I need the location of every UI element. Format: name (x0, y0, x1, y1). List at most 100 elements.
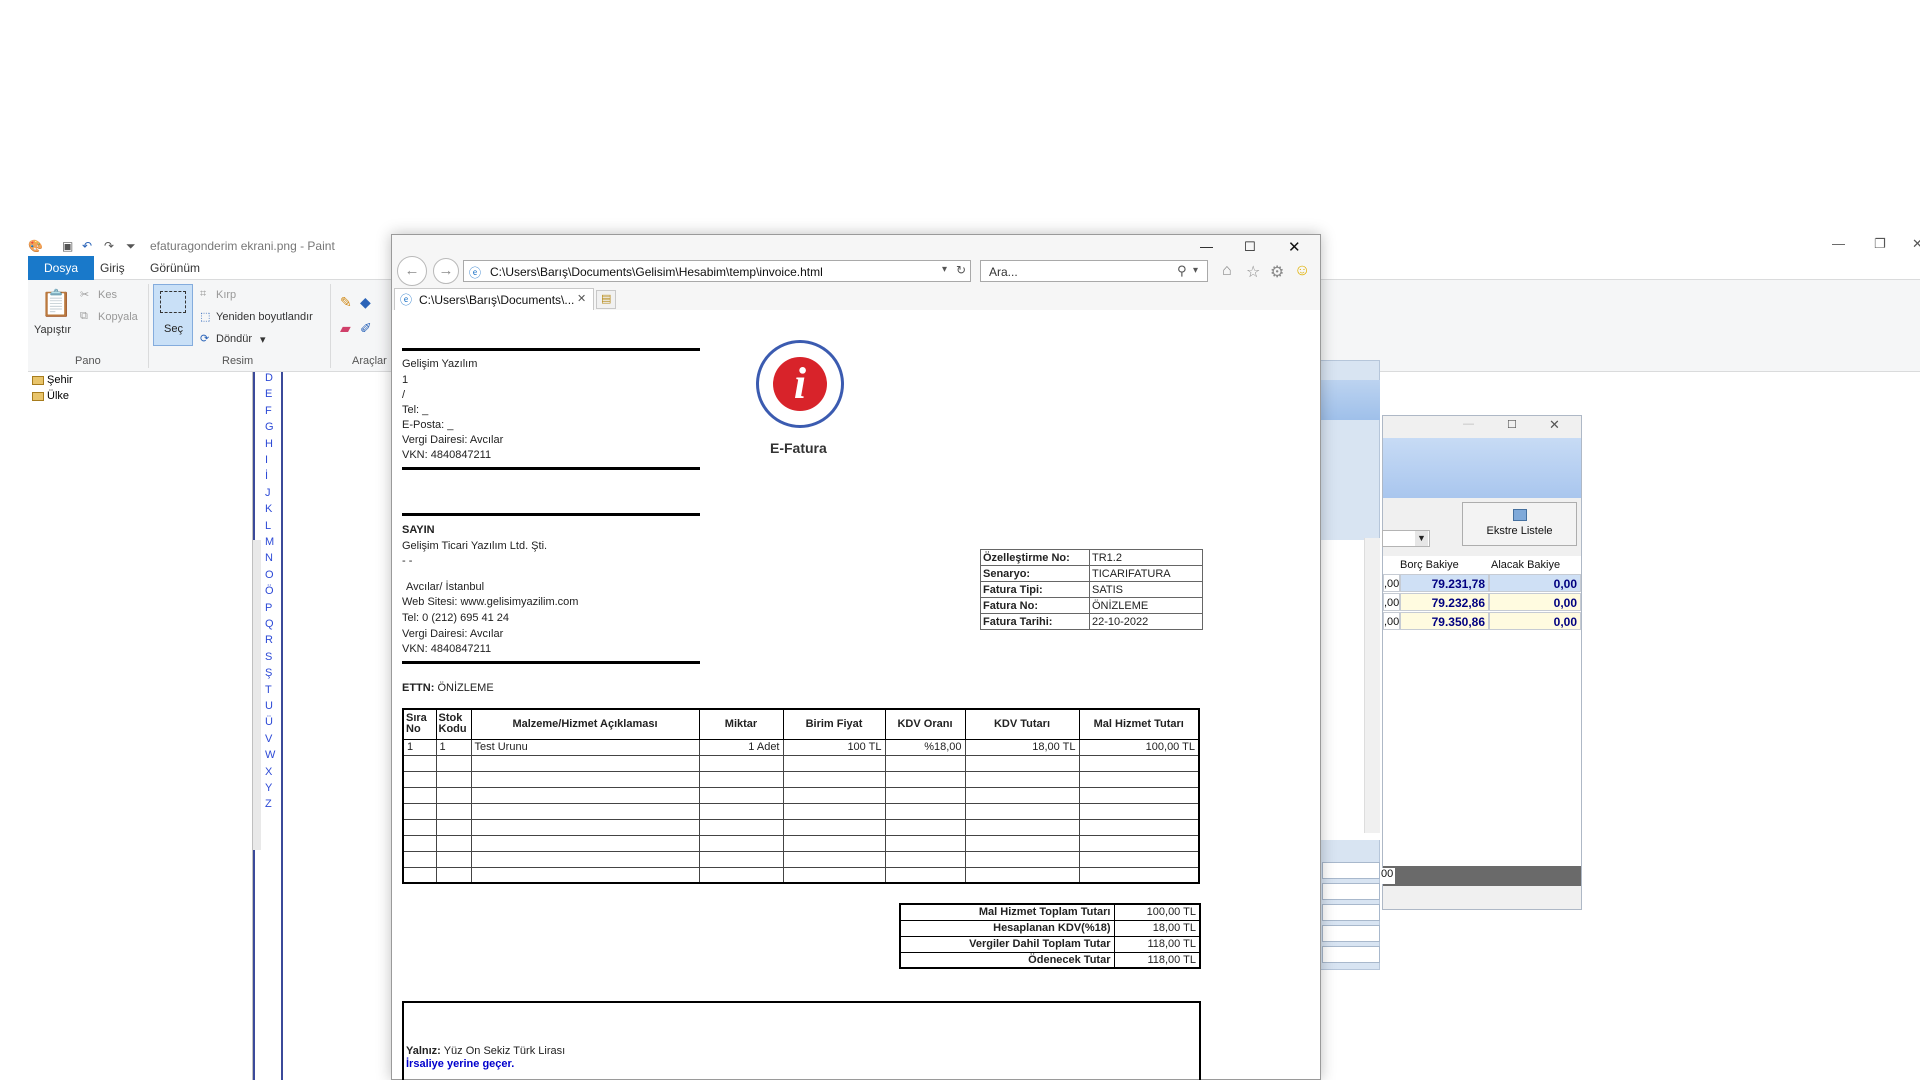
combo-box[interactable]: ▼ (1382, 530, 1430, 547)
browser-tab[interactable]: ⓔ C:\Users\Barış\Documents\... ✕ (394, 288, 594, 310)
scrollbar[interactable] (1364, 538, 1380, 833)
text-field[interactable] (1322, 925, 1380, 942)
tree-item-sehir[interactable]: Şehir (32, 374, 73, 386)
close-icon[interactable]: ✕ (1549, 417, 1560, 433)
undo-icon[interactable]: ↶ (82, 239, 92, 253)
letter-index-item[interactable]: E (265, 388, 272, 400)
table-cell (964, 802, 1080, 820)
favorites-star-icon[interactable]: ☆ (1246, 262, 1260, 282)
letter-index-item[interactable]: L (265, 520, 271, 532)
letter-index-item[interactable]: J (265, 487, 271, 499)
search-box[interactable]: Ara... ⚲ ▾ (980, 260, 1208, 282)
select-button[interactable]: Seç (153, 284, 193, 346)
letter-index-item[interactable]: F (265, 405, 272, 417)
tab-close-icon[interactable]: ✕ (577, 292, 586, 305)
letter-index-item[interactable]: Y (265, 782, 272, 794)
tab-giris[interactable]: Giriş (90, 256, 135, 280)
scrollbar[interactable] (253, 540, 261, 850)
letter-index-item[interactable]: O (265, 569, 274, 581)
clipboard-icon[interactable]: 📋 (40, 288, 72, 319)
text-field[interactable] (1322, 862, 1380, 879)
paste-button[interactable]: Yapıştır (34, 324, 71, 336)
letter-index-item[interactable]: U (265, 700, 273, 712)
color-picker-icon[interactable]: ✐ (360, 320, 372, 337)
table-cell (964, 754, 1080, 772)
letter-index-item[interactable]: W (265, 749, 275, 761)
letter-index-item[interactable]: V (265, 733, 272, 745)
ekstre-listele-button[interactable]: Ekstre Listele (1462, 502, 1577, 546)
letter-index-item[interactable]: Ü (265, 716, 273, 728)
letter-index-item[interactable]: H (265, 438, 273, 450)
chevron-down-icon[interactable]: ▼ (1415, 531, 1428, 546)
grid-cell-borc[interactable]: 79.232,86 (1400, 593, 1489, 611)
minimize-icon[interactable]: — (1832, 236, 1845, 251)
letter-index-item[interactable]: Q (265, 618, 274, 630)
letter-index-item[interactable]: Ö (265, 585, 274, 597)
save-icon[interactable]: ▣ (62, 239, 73, 253)
refresh-icon[interactable]: ↻ (956, 263, 966, 277)
grid-cell-borc[interactable]: 79.231,78 (1400, 574, 1489, 592)
back-button[interactable]: ← (397, 256, 427, 286)
letter-index-item[interactable]: R (265, 634, 273, 646)
letter-index-item[interactable]: G (265, 421, 274, 433)
letter-index-item[interactable]: İ (265, 470, 268, 482)
fill-icon[interactable]: ◆ (360, 294, 371, 311)
resize-button[interactable]: Yeniden boyutlandır (216, 311, 313, 323)
search-dropdown-icon[interactable]: ▾ (1193, 265, 1198, 276)
close-icon[interactable]: ✕ (1912, 236, 1920, 252)
crop-button[interactable]: Kırp (216, 289, 236, 301)
close-icon[interactable]: ✕ (1288, 238, 1301, 256)
eraser-icon[interactable]: ▰ (340, 320, 351, 337)
letter-index-item[interactable]: P (265, 602, 272, 614)
letter-index-item[interactable]: S (265, 651, 272, 663)
rotate-dropdown-icon[interactable]: ▾ (260, 333, 266, 346)
totals-label: Ödenecek Tutar (899, 951, 1115, 969)
table-cell (435, 802, 472, 820)
rotate-button[interactable]: Döndür (216, 333, 252, 345)
grid-cell-alacak[interactable]: 0,00 (1489, 574, 1581, 592)
totals-value: 118,00 TL (1113, 935, 1201, 953)
maximize-icon[interactable]: ☐ (1507, 418, 1517, 431)
tree-item-ulke[interactable]: Ülke (32, 390, 69, 402)
note-box: Yalnız: Yüz On Sekiz Türk Lirası İrsaliy… (402, 1001, 1201, 1080)
maximize-icon[interactable]: ☐ (1244, 239, 1256, 255)
search-icon[interactable]: ⚲ (1177, 263, 1187, 279)
tab-gorunum[interactable]: Görünüm (140, 256, 210, 280)
letter-index-item[interactable]: T (265, 684, 272, 696)
grid-cell-borc[interactable]: 79.350,86 (1400, 612, 1489, 630)
grid-cell-alacak[interactable]: 0,00 (1489, 612, 1581, 630)
customize-quick-access-icon[interactable]: ⏷ (126, 239, 136, 254)
letter-index-item[interactable]: M (265, 536, 274, 548)
home-icon[interactable]: ⌂ (1222, 262, 1232, 280)
smiley-feedback-icon[interactable]: ☺ (1294, 262, 1310, 280)
text-field[interactable] (1322, 883, 1380, 900)
forward-button[interactable]: → (433, 258, 459, 284)
address-dropdown-icon[interactable]: ▾ (942, 264, 947, 275)
grid-cell-stub[interactable]: ,00 (1383, 574, 1400, 592)
letter-index-item[interactable]: Z (265, 798, 272, 810)
letter-index-item[interactable]: Ş (265, 667, 272, 679)
gear-icon[interactable]: ⚙ (1270, 262, 1284, 282)
pencil-icon[interactable]: ✎ (340, 294, 352, 311)
address-bar[interactable]: ⓔ C:\Users\Barış\Documents\Gelisim\Hesab… (463, 260, 971, 282)
minimize-icon[interactable]: — (1463, 418, 1474, 430)
tab-dosya[interactable]: Dosya (28, 256, 95, 280)
restore-icon[interactable]: ❐ (1874, 236, 1886, 252)
text-field[interactable] (1322, 946, 1380, 963)
irsaliye-note: İrsaliye yerine geçer. (406, 1058, 515, 1070)
redo-icon[interactable]: ↷ (104, 239, 114, 253)
text-field[interactable] (1322, 904, 1380, 921)
copy-button[interactable]: Kopyala (98, 311, 138, 323)
grid-cell-stub[interactable]: ,00 (1383, 612, 1400, 630)
grid-cell-stub[interactable]: ,00 (1383, 593, 1400, 611)
table-cell (698, 834, 784, 852)
letter-index-item[interactable]: I (265, 454, 268, 466)
minimize-icon[interactable]: — (1200, 239, 1213, 254)
letter-index-item[interactable]: X (265, 766, 272, 778)
letter-index-item[interactable]: K (265, 503, 272, 515)
grid-cell-alacak[interactable]: 0,00 (1489, 593, 1581, 611)
letter-index-item[interactable]: D (265, 372, 273, 384)
cut-button[interactable]: Kes (98, 289, 117, 301)
new-tab-button[interactable]: ▤ (596, 290, 616, 309)
letter-index-item[interactable]: N (265, 552, 273, 564)
